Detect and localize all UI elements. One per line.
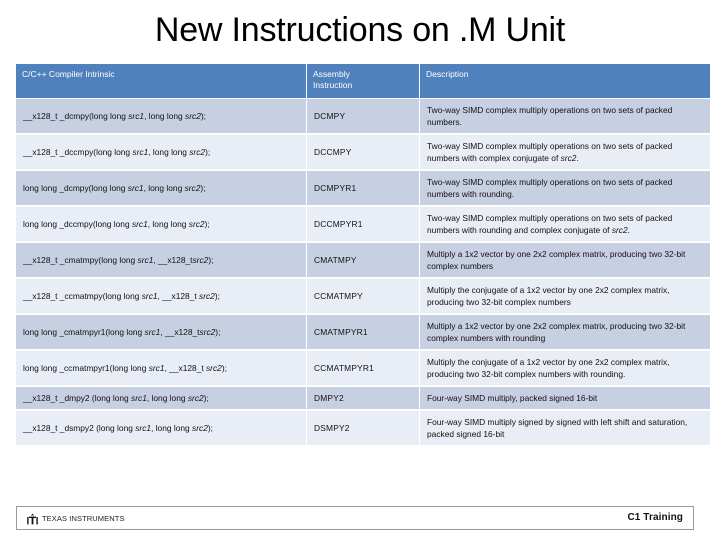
- cell-description: Four-way SIMD multiply, packed signed 16…: [420, 387, 710, 410]
- ti-logo-text: Texas Instruments: [42, 513, 125, 523]
- table-row: long long _dccmpy(long long src1, long l…: [16, 207, 710, 242]
- table-row: long long _ccmatmpyr1(long long src1, __…: [16, 351, 710, 386]
- table-body: __x128_t _dcmpy(long long src1, long lon…: [16, 99, 710, 446]
- table-row: __x128_t _dccmpy(long long src1, long lo…: [16, 135, 710, 170]
- cell-intrinsic: long long _dccmpy(long long src1, long l…: [16, 207, 307, 242]
- table-row: long long _dcmpy(long long src1, long lo…: [16, 171, 710, 206]
- column-header-assembly-line2: Instruction: [313, 80, 353, 90]
- page-title: New Instructions on .M Unit: [154, 11, 566, 49]
- table-row: __x128_t _dcmpy(long long src1, long lon…: [16, 99, 710, 134]
- cell-assembly-instruction: CMATMPYR1: [307, 315, 420, 350]
- cell-assembly-instruction: CCMATMPYR1: [307, 351, 420, 386]
- cell-description: Multiply the conjugate of a 1x2 vector b…: [420, 279, 710, 314]
- cell-description: Two-way SIMD complex multiply operations…: [420, 207, 710, 242]
- training-label: C1 Training: [627, 512, 683, 523]
- cell-intrinsic: long long _ccmatmpyr1(long long src1, __…: [16, 351, 307, 386]
- cell-intrinsic: __x128_t _ccmatmpy(long long src1, __x12…: [16, 279, 307, 314]
- cell-intrinsic: long long _cmatmpyr1(long long src1, __x…: [16, 315, 307, 350]
- cell-description: Multiply a 1x2 vector by one 2x2 complex…: [420, 243, 710, 278]
- cell-description: Multiply a 1x2 vector by one 2x2 complex…: [420, 315, 710, 350]
- cell-intrinsic: __x128_t _dccmpy(long long src1, long lo…: [16, 135, 307, 170]
- instructions-table: C/C++ Compiler Intrinsic Assembly Instru…: [16, 63, 710, 447]
- column-header-intrinsic: C/C++ Compiler Intrinsic: [16, 64, 307, 98]
- cell-assembly-instruction: DCMPY: [307, 99, 420, 134]
- table-header-row: C/C++ Compiler Intrinsic Assembly Instru…: [16, 64, 710, 98]
- cell-description: Two-way SIMD complex multiply operations…: [420, 171, 710, 206]
- column-header-assembly-line1: Assembly: [313, 69, 350, 79]
- cell-description: Multiply the conjugate of a 1x2 vector b…: [420, 351, 710, 386]
- texas-instruments-logo: Texas Instruments: [27, 512, 125, 525]
- cell-assembly-instruction: DMPY2: [307, 387, 420, 410]
- cell-assembly-instruction: CMATMPY: [307, 243, 420, 278]
- cell-assembly-instruction: DCCMPY: [307, 135, 420, 170]
- table-row: __x128_t _dsmpy2 (long long src1, long l…: [16, 411, 710, 446]
- column-header-assembly: Assembly Instruction: [307, 64, 420, 98]
- cell-intrinsic: __x128_t _cmatmpy(long long src1, __x128…: [16, 243, 307, 278]
- column-header-description: Description: [420, 64, 710, 98]
- cell-intrinsic: long long _dcmpy(long long src1, long lo…: [16, 171, 307, 206]
- cell-intrinsic: __x128_t _dcmpy(long long src1, long lon…: [16, 99, 307, 134]
- cell-assembly-instruction: DSMPY2: [307, 411, 420, 446]
- table-row: __x128_t _ccmatmpy(long long src1, __x12…: [16, 279, 710, 314]
- cell-assembly-instruction: CCMATMPY: [307, 279, 420, 314]
- footer-bar: Texas Instruments C1 Training: [16, 506, 694, 530]
- cell-description: Four-way SIMD multiply signed by signed …: [420, 411, 710, 446]
- table-row: __x128_t _dmpy2 (long long src1, long lo…: [16, 387, 710, 410]
- cell-assembly-instruction: DCMPYR1: [307, 171, 420, 206]
- cell-assembly-instruction: DCCMPYR1: [307, 207, 420, 242]
- cell-description: Two-way SIMD complex multiply operations…: [420, 99, 710, 134]
- cell-intrinsic: __x128_t _dsmpy2 (long long src1, long l…: [16, 411, 307, 446]
- ti-logo-icon: [27, 512, 38, 525]
- table-row: long long _cmatmpyr1(long long src1, __x…: [16, 315, 710, 350]
- cell-description: Two-way SIMD complex multiply operations…: [420, 135, 710, 170]
- table-row: __x128_t _cmatmpy(long long src1, __x128…: [16, 243, 710, 278]
- slide-canvas: New Instructions on .M Unit C/C++ Compil…: [0, 0, 720, 540]
- cell-intrinsic: __x128_t _dmpy2 (long long src1, long lo…: [16, 387, 307, 410]
